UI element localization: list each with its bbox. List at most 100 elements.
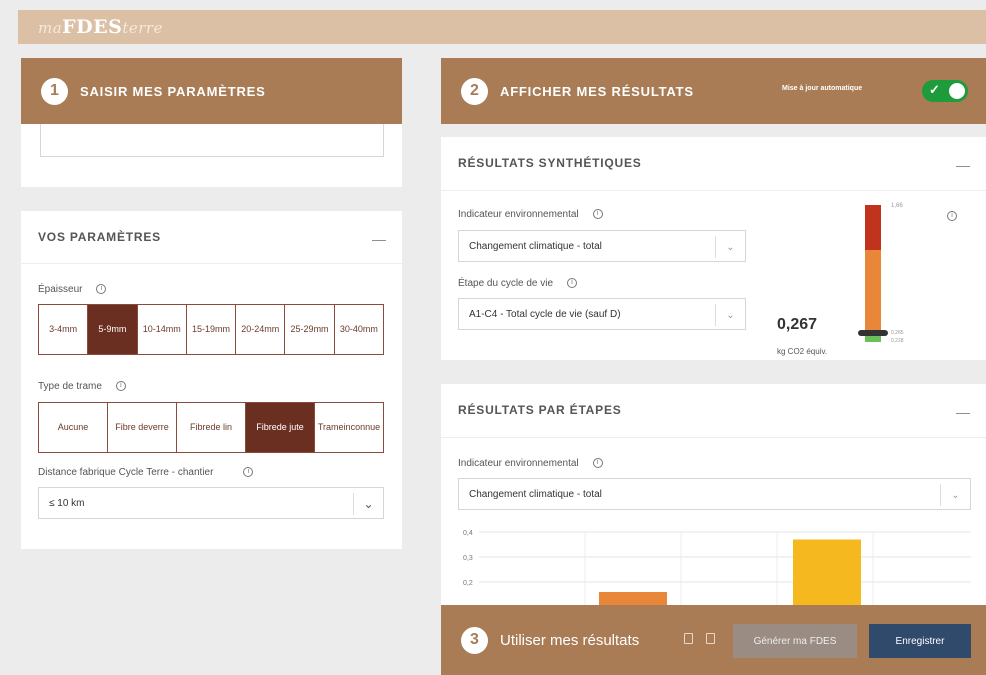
stage-chart: 0,40,30,20,1 xyxy=(463,530,971,613)
gauge-mid-segment xyxy=(865,250,881,332)
auto-update-toggle[interactable]: ✓ xyxy=(922,80,968,102)
stages-title: RÉSULTATS PAR ÉTAPES xyxy=(458,403,622,417)
gauge-low-label: 0,265 xyxy=(891,330,904,336)
epaisseur-option-label: 5-9 xyxy=(98,324,112,334)
trame-option[interactable]: Fibre de verre xyxy=(108,403,177,452)
trame-option-label: Aucune xyxy=(57,422,89,432)
section1-header: 1 SAISIR MES PARAMÈTRES xyxy=(21,58,402,124)
epaisseur-option-label: 24 xyxy=(254,324,265,334)
save-button[interactable]: Enregistrer xyxy=(869,624,971,658)
epaisseur-option[interactable]: 15- 19 mm xyxy=(187,305,237,354)
trame-selector: Aucune Fibre de verre Fibre de lin Fibre de ju… xyxy=(38,402,384,453)
info-icon[interactable]: i xyxy=(115,381,126,392)
trame-option[interactable]: Aucune xyxy=(39,403,108,452)
section-title: AFFICHER MES RÉSULTATS xyxy=(500,83,694,99)
section-title: SAISIR MES PARAMÈTRES xyxy=(80,83,266,99)
indicator-select[interactable]: Changement climatique - total ⌄ xyxy=(458,230,746,262)
epaisseur-option[interactable]: 5-9 mm xyxy=(88,305,138,354)
epaisseur-option-label: 14 xyxy=(155,324,166,334)
indicator-select[interactable]: Changement climatique - total ⌄ xyxy=(458,478,971,510)
distance-select[interactable]: ≤ 10 km ⌄ xyxy=(38,487,384,519)
indicator-value: Changement climatique - total xyxy=(469,488,602,500)
epaisseur-option-label: 25- xyxy=(290,324,304,334)
epaisseur-option-label: 20- xyxy=(241,324,255,334)
epaisseur-option-label: 30- xyxy=(339,324,353,334)
info-icon[interactable]: i xyxy=(243,467,254,478)
trame-option[interactable]: Fibre de lin xyxy=(177,403,246,452)
step-number: 3 xyxy=(461,626,488,654)
generate-fdes-button[interactable]: Générer ma FDES xyxy=(733,624,857,658)
info-icon[interactable]: i xyxy=(96,284,107,295)
trame-option-label: Trame xyxy=(317,422,344,432)
chevron-down-icon: ⌄ xyxy=(353,493,383,515)
trame-option-label: Fibre xyxy=(189,422,211,432)
trame-option[interactable]: Fibre de jute xyxy=(246,403,315,452)
trame-option-label: de jute xyxy=(276,422,304,432)
indicator-label: Indicateur environnemental i xyxy=(458,209,603,220)
chart-y-tick-label: 0,3 xyxy=(463,555,473,562)
epaisseur-option[interactable]: 20- 24 mm xyxy=(236,305,286,354)
section-title: Utiliser mes résultats xyxy=(500,631,640,649)
trame-option-label: de lin xyxy=(210,422,233,432)
divider xyxy=(441,190,986,191)
epaisseur-option[interactable]: 10- 14 mm xyxy=(138,305,187,354)
chevron-down-icon: ⌄ xyxy=(715,236,745,258)
epaisseur-selector: 3-4 mm 5-9 mm 10- 14 mm 15- 19 mm 20- 24 mm 25- 29 mm 30… xyxy=(38,304,384,355)
info-icon[interactable]: i xyxy=(947,211,957,221)
stage-value: A1-C4 - Total cycle de vie (sauf D) xyxy=(469,308,621,320)
trame-option-label: Fibre de xyxy=(115,422,149,432)
document-icon[interactable] xyxy=(684,633,693,644)
stage-select[interactable]: A1-C4 - Total cycle de vie (sauf D) ⌄ xyxy=(458,298,746,330)
epaisseur-option-label: mm xyxy=(62,324,78,334)
chevron-down-icon: ⌄ xyxy=(940,484,970,506)
step-number: 2 xyxy=(461,77,488,105)
chart-y-tick-label: 0,4 xyxy=(463,530,473,537)
epaisseur-option[interactable]: 30- 40 mm xyxy=(335,305,383,354)
epaisseur-option-label: 40 xyxy=(352,324,363,334)
text-field[interactable] xyxy=(40,124,384,157)
synthetic-title: RÉSULTATS SYNTHÉTIQUES xyxy=(458,156,642,170)
indicator-label: Indicateur environnemental i xyxy=(458,458,603,469)
epaisseur-option-label: mm xyxy=(111,324,127,334)
epaisseur-option-label: mm xyxy=(362,324,378,334)
toggle-knob xyxy=(949,83,965,99)
info-icon[interactable]: i xyxy=(592,209,603,220)
result-unit: kg CO2 équiv. xyxy=(777,347,828,356)
indicator-value: Changement climatique - total xyxy=(469,240,602,252)
chart-y-tick-label: 0,2 xyxy=(463,580,473,587)
chart-bar[interactable] xyxy=(793,539,861,613)
gauge-low-label: 0,228 xyxy=(891,338,904,344)
info-icon[interactable]: i xyxy=(567,278,578,289)
app-header: maFDESterre xyxy=(18,10,986,44)
epaisseur-option-label: 15- xyxy=(191,324,205,334)
collapse-button[interactable]: — xyxy=(372,231,386,247)
stage-label: Étape du cycle de vie i xyxy=(458,278,578,289)
trame-option-label: inconnue xyxy=(343,422,381,432)
step-number: 1 xyxy=(41,77,68,105)
distance-label: Distance fabrique Cycle Terre - chantier… xyxy=(38,467,254,478)
result-value: 0,267 xyxy=(777,316,818,333)
gauge-high-segment xyxy=(865,205,881,250)
epaisseur-option[interactable]: 3-4 mm xyxy=(39,305,89,354)
divider xyxy=(21,263,402,264)
trame-option[interactable]: Trame inconnue xyxy=(315,403,383,452)
file-icon[interactable] xyxy=(706,633,715,644)
trame-label: Type de trame i xyxy=(38,381,126,392)
params-title: VOS PARAMÈTRES xyxy=(38,230,161,244)
section3-bar: 3 Utiliser mes résultats Générer ma FDES… xyxy=(441,605,986,675)
epaisseur-label: Épaisseur i xyxy=(38,284,107,295)
epaisseur-option-label: mm xyxy=(215,324,230,334)
epaisseur-option[interactable]: 25- 29 mm xyxy=(285,305,335,354)
trame-option-label: verre xyxy=(148,422,169,432)
collapse-button[interactable]: — xyxy=(956,404,970,420)
params-input-card xyxy=(21,124,402,187)
params-card: VOS PARAMÈTRES — Épaisseur i 3-4 mm 5-9 mm 10… xyxy=(21,211,402,549)
collapse-button[interactable]: — xyxy=(956,157,970,173)
epaisseur-option-label: mm xyxy=(313,324,329,334)
gauge-max-label: 1,66 xyxy=(891,203,903,209)
epaisseur-option-label: 29 xyxy=(303,324,314,334)
info-icon[interactable]: i xyxy=(592,458,603,469)
gauge-marker xyxy=(858,330,888,336)
epaisseur-option-label: mm xyxy=(165,324,181,334)
trame-option-label: Fibre xyxy=(256,422,277,432)
